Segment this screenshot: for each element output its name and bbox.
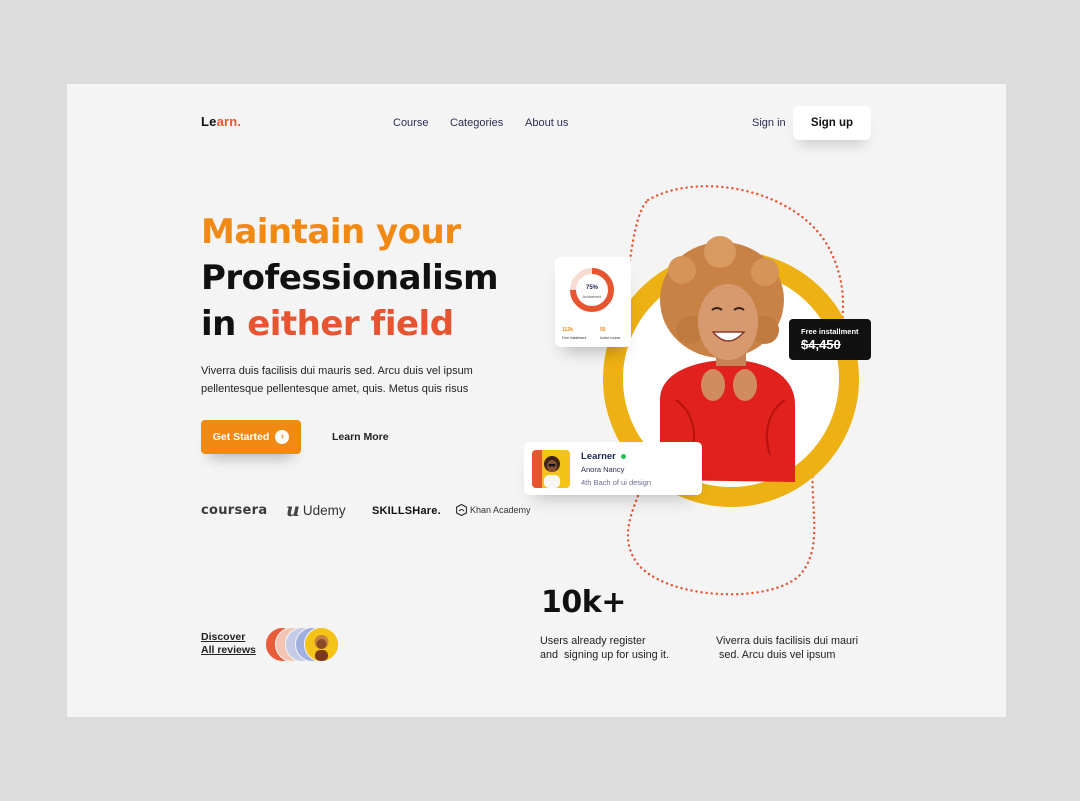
headline-line-1: Maintain your xyxy=(201,212,461,252)
logo[interactable]: Learn. xyxy=(201,114,241,129)
get-started-label: Get Started xyxy=(212,431,270,443)
achievement-card: 75% Achivement 112k Free Installment 50 … xyxy=(555,257,631,347)
nav-about-us[interactable]: About us xyxy=(525,117,568,129)
nav-categories[interactable]: Categories xyxy=(450,117,503,129)
donut-sub-label: Achivement xyxy=(583,295,602,299)
learner-thumbnail xyxy=(532,450,570,488)
learner-title: Learner xyxy=(581,451,626,462)
stat-free-installment-label: Free Installment xyxy=(562,336,586,340)
hero-headline: Maintain your Professionalism in either … xyxy=(201,209,499,347)
arrow-right-icon: › xyxy=(275,430,290,444)
review-avatars[interactable] xyxy=(265,627,345,662)
skillshare-logo: SKILLSHare. xyxy=(372,505,441,517)
headline-line-2: Professionalism xyxy=(201,258,499,298)
stat-free-installment-value: 112k xyxy=(562,327,573,333)
avatar xyxy=(304,627,339,662)
free-installment-card[interactable]: Free installment $4,450 xyxy=(789,319,871,360)
installment-price: $4,450 xyxy=(801,337,841,352)
sign-up-button[interactable]: Sign up xyxy=(793,106,871,140)
discover-reviews-link[interactable]: Discover All reviews xyxy=(201,631,256,657)
installment-label: Free installment xyxy=(801,327,859,336)
learn-more-button[interactable]: Learn More xyxy=(332,431,389,443)
coursera-logo: coursera xyxy=(201,503,268,518)
online-status-icon xyxy=(620,454,626,459)
stat-active-course-value: 50 xyxy=(600,327,606,333)
users-description: Users already register and signing up fo… xyxy=(540,635,670,661)
sign-in-link[interactable]: Sign in xyxy=(752,117,786,129)
udemy-icon: u xyxy=(286,499,300,521)
donut-percent-label: 75% xyxy=(586,285,599,291)
achievement-donut-chart: 75% Achivement 112k Free Installment 50 … xyxy=(562,268,620,340)
learner-name: Anora Nancy xyxy=(581,465,625,474)
udemy-logo: u Udemy xyxy=(286,499,346,521)
nav-course[interactable]: Course xyxy=(393,117,428,129)
hexagon-icon xyxy=(456,504,467,516)
headline-line-3: in either field xyxy=(201,304,454,344)
learner-card[interactable]: Learner Anora Nancy 4th Bach of ui desig… xyxy=(524,442,702,495)
stats-secondary-description: Viverra duis facilisis dui mauri sed. Ar… xyxy=(716,635,859,661)
hero-illustration xyxy=(603,185,859,596)
hero-description: Viverra duis facilisis dui mauris sed. A… xyxy=(201,365,473,395)
stat-active-course-label: Active course xyxy=(600,336,620,340)
get-started-button[interactable]: Get Started › xyxy=(201,420,301,454)
learner-subtitle: 4th Bach of ui design xyxy=(581,478,652,487)
